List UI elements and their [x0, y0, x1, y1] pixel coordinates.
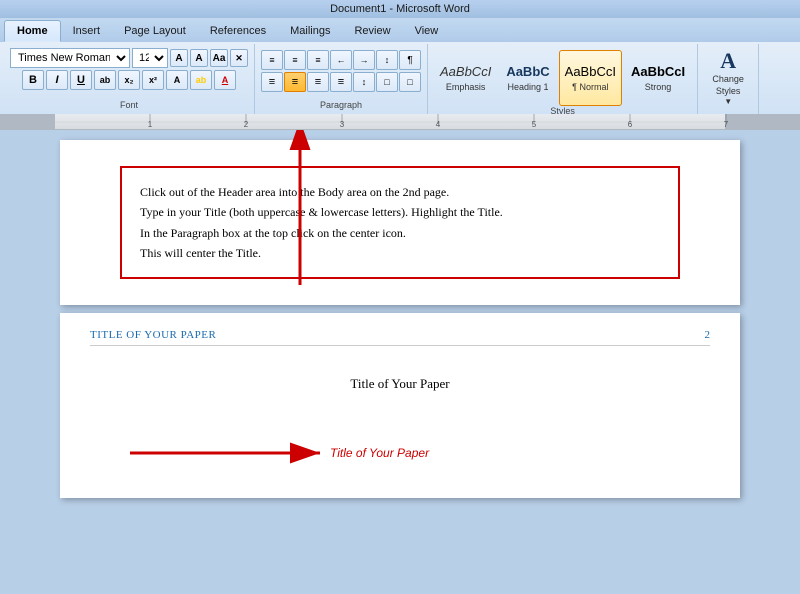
change-styles-button[interactable]: A ChangeStyles ▼ [704, 46, 752, 110]
align-left-button[interactable]: ≡ [261, 72, 283, 92]
numbering-button[interactable]: ≡ [284, 50, 306, 70]
tab-home[interactable]: Home [4, 20, 61, 42]
page-2: TITLE OF YOUR PAPER 2 Title of Your Pape… [60, 313, 740, 498]
font-color-button[interactable]: A [214, 70, 236, 90]
style-strong-preview: AaBbCcI [631, 64, 685, 80]
svg-text:6: 6 [628, 120, 633, 129]
italic-button[interactable]: I [46, 70, 68, 90]
svg-text:4: 4 [436, 120, 441, 129]
paragraph-group-label: Paragraph [320, 100, 362, 112]
paper-title: Title of Your Paper [90, 376, 710, 392]
bold-button[interactable]: B [22, 70, 44, 90]
increase-indent-button[interactable]: → [353, 50, 375, 70]
subscript-button[interactable]: x₂ [118, 70, 140, 90]
style-strong[interactable]: AaBbCcI Strong [625, 50, 691, 106]
style-emphasis-preview: AaBbCcI [440, 64, 491, 80]
shading-button[interactable]: □ [376, 72, 398, 92]
align-right-button[interactable]: ≡ [307, 72, 329, 92]
strikethrough-button[interactable]: ab [94, 70, 116, 90]
change-styles-group: A ChangeStyles ▼ . [698, 44, 759, 114]
tab-view[interactable]: View [403, 20, 451, 42]
style-normal[interactable]: AaBbCcI ¶ Normal [559, 50, 622, 106]
bullets-button[interactable]: ≡ [261, 50, 283, 70]
svg-text:7: 7 [724, 120, 729, 129]
tab-mailings[interactable]: Mailings [278, 20, 342, 42]
svg-text:Title of Your Paper: Title of Your Paper [330, 446, 430, 460]
style-normal-preview: AaBbCcI [565, 64, 616, 80]
change-case-button[interactable]: Aa [210, 49, 228, 67]
ruler: 1 2 3 4 5 6 7 [0, 114, 800, 130]
font-group-label: Font [120, 100, 138, 112]
decrease-indent-button[interactable]: ← [330, 50, 352, 70]
font-group: Times New Roman 12 A A Aa ✕ B I U ab x₂ … [4, 44, 255, 114]
style-emphasis-label: Emphasis [446, 82, 486, 92]
grow-font-button[interactable]: A [170, 49, 188, 67]
page-header: TITLE OF YOUR PAPER 2 [90, 329, 710, 346]
style-heading1-label: Heading 1 [507, 82, 548, 92]
underline-button[interactable]: U [70, 70, 92, 90]
document-area: Click out of the Header area into the Bo… [0, 130, 800, 594]
instruction-line-3: In the Paragraph box at the top click on… [140, 223, 660, 243]
shrink-font-button[interactable]: A [190, 49, 208, 67]
ribbon-tabs: Home Insert Page Layout References Maili… [0, 18, 800, 42]
instruction-box: Click out of the Header area into the Bo… [120, 166, 680, 280]
style-strong-label: Strong [645, 82, 672, 92]
align-center-button[interactable]: ≡ [284, 72, 306, 92]
clear-format-button[interactable]: ✕ [230, 49, 248, 67]
sort-button[interactable]: ↕ [376, 50, 398, 70]
page-number: 2 [705, 329, 711, 341]
style-heading1-preview: AaBbC [506, 64, 549, 80]
multilevel-button[interactable]: ≡ [307, 50, 329, 70]
svg-text:2: 2 [244, 120, 249, 129]
style-emphasis[interactable]: AaBbCcI Emphasis [434, 50, 497, 106]
instruction-line-4: This will center the Title. [140, 243, 660, 263]
line-spacing-button[interactable]: ↕ [353, 72, 375, 92]
instruction-text: Click out of the Header area into the Bo… [140, 182, 660, 264]
style-heading1[interactable]: AaBbC Heading 1 [500, 50, 555, 106]
highlight-color-button[interactable]: ab [190, 70, 212, 90]
title-bar-text: Document1 - Microsoft Word [330, 3, 470, 15]
show-hide-button[interactable]: ¶ [399, 50, 421, 70]
tab-page-layout[interactable]: Page Layout [112, 20, 198, 42]
border-button[interactable]: □ [399, 72, 421, 92]
title-arrow: Title of Your Paper [120, 428, 440, 478]
page-1: Click out of the Header area into the Bo… [60, 140, 740, 305]
text-effect-button[interactable]: A [166, 70, 188, 90]
header-title-text: TITLE OF YOUR PAPER [90, 329, 216, 341]
ribbon-content: Times New Roman 12 A A Aa ✕ B I U ab x₂ … [0, 42, 800, 114]
svg-text:3: 3 [340, 120, 345, 129]
tab-insert[interactable]: Insert [61, 20, 113, 42]
superscript-button[interactable]: x² [142, 70, 164, 90]
justify-button[interactable]: ≡ [330, 72, 352, 92]
instruction-line-2: Type in your Title (both uppercase & low… [140, 202, 660, 222]
styles-group: AaBbCcI Emphasis AaBbC Heading 1 AaBbCcI… [428, 44, 698, 114]
title-bar: Document1 - Microsoft Word [0, 0, 800, 18]
tab-references[interactable]: References [198, 20, 278, 42]
instruction-line-1: Click out of the Header area into the Bo… [140, 182, 660, 202]
paragraph-group: ≡ ≡ ≡ ← → ↕ ¶ ≡ ≡ ≡ ≡ ↕ □ □ [255, 44, 428, 114]
font-name-select[interactable]: Times New Roman [10, 48, 130, 68]
svg-text:1: 1 [148, 120, 153, 129]
tab-review[interactable]: Review [342, 20, 402, 42]
style-normal-label: ¶ Normal [572, 82, 608, 92]
svg-text:5: 5 [532, 120, 537, 129]
font-size-select[interactable]: 12 [132, 48, 168, 68]
